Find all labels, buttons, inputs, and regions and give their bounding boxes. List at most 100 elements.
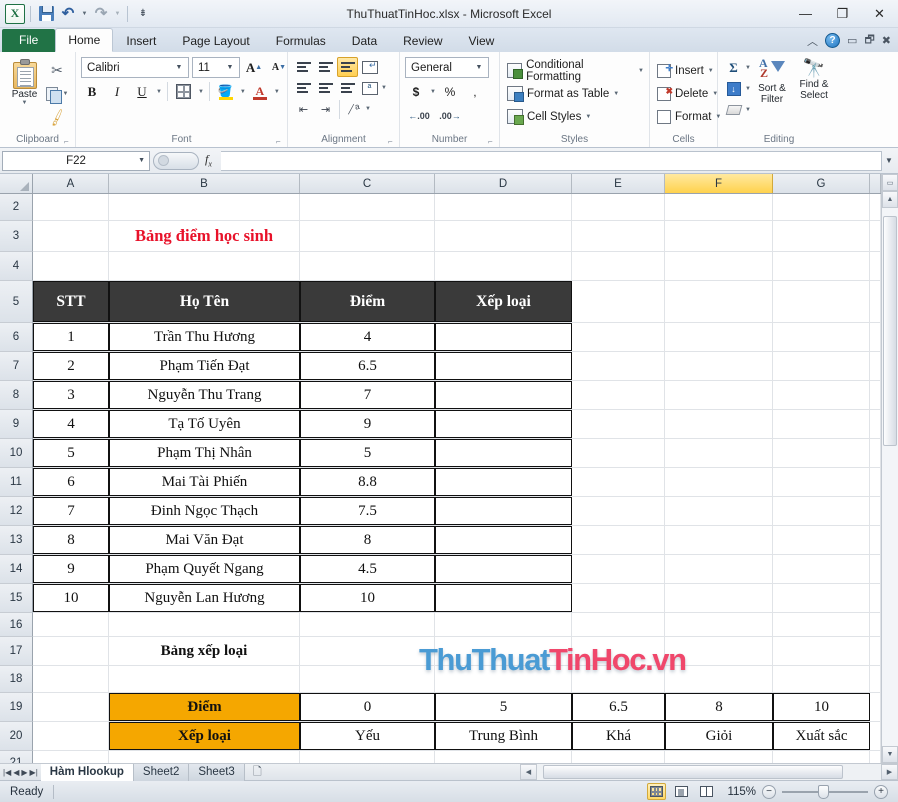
cell-F4[interactable] (665, 252, 773, 280)
cell-E5[interactable] (572, 281, 665, 322)
cut-button[interactable]: ✂ (44, 59, 70, 81)
row-header-10[interactable]: 10 (0, 439, 33, 468)
cell-G14[interactable] (773, 555, 870, 583)
decrease-indent-button[interactable]: ⇤ (293, 99, 314, 119)
cell-H2[interactable] (870, 194, 881, 220)
align-left-button[interactable] (293, 78, 314, 98)
font-color-dropdown-icon[interactable]: ▼ (274, 89, 280, 95)
row-header-3[interactable]: 3 (0, 221, 33, 252)
cell-H17[interactable] (870, 637, 881, 665)
cell-C17[interactable] (300, 637, 435, 665)
cell-D11[interactable] (435, 468, 572, 496)
zoom-slider-knob[interactable] (818, 784, 829, 799)
zoom-out-button[interactable]: − (762, 784, 776, 799)
cell-G19[interactable]: 10 (773, 693, 870, 721)
comma-style-button[interactable]: , (464, 81, 486, 102)
cell-B18[interactable] (109, 666, 300, 692)
fill-button[interactable]: ↓ (723, 79, 744, 99)
cell-C13[interactable]: 8 (300, 526, 435, 554)
cell-B3[interactable]: Bảng điểm học sinh (109, 221, 300, 251)
cell-A8[interactable]: 3 (33, 381, 109, 409)
last-sheet-icon[interactable]: ▶| (30, 768, 38, 777)
cell-F10[interactable] (665, 439, 773, 467)
borders-button[interactable] (173, 81, 195, 102)
format-cells-button[interactable]: Format ▼ (655, 105, 721, 128)
cell-B4[interactable] (109, 252, 300, 280)
row-header-17[interactable]: 17 (0, 637, 33, 666)
cell-D14[interactable] (435, 555, 572, 583)
font-dialog-launcher[interactable]: ⌐ (276, 137, 285, 146)
cell-B15[interactable]: Nguyễn Lan Hương (109, 584, 300, 612)
horizontal-scrollbar[interactable]: ◀ ▶ (520, 764, 898, 780)
column-header-H[interactable] (870, 174, 881, 193)
column-header-A[interactable]: A (33, 174, 109, 193)
cell-styles-button[interactable]: Cell Styles ▼ (505, 105, 591, 128)
cell-F18[interactable] (665, 666, 773, 692)
fill-color-dropdown-icon[interactable]: ▼ (240, 89, 246, 95)
scroll-up-button[interactable]: ▲ (882, 191, 898, 208)
cell-G21[interactable] (773, 751, 870, 763)
chevron-down-icon[interactable]: ▼ (223, 64, 237, 71)
view-page-break-button[interactable] (697, 783, 716, 800)
cell-C16[interactable] (300, 613, 435, 636)
cell-A12[interactable]: 7 (33, 497, 109, 525)
maximize-button[interactable]: ❐ (824, 0, 861, 28)
cell-A19[interactable] (33, 693, 109, 721)
cell-F14[interactable] (665, 555, 773, 583)
row-header-13[interactable]: 13 (0, 526, 33, 555)
align-bottom-button[interactable] (337, 57, 358, 77)
cell-E14[interactable] (572, 555, 665, 583)
row-header-15[interactable]: 15 (0, 584, 33, 613)
cell-H16[interactable] (870, 613, 881, 636)
clear-button[interactable] (723, 100, 744, 120)
cell-E3[interactable] (572, 221, 665, 251)
cell-A17[interactable] (33, 637, 109, 665)
increase-decimal-button[interactable]: ← .00 (405, 105, 433, 126)
row-header-19[interactable]: 19 (0, 693, 33, 722)
cell-D16[interactable] (435, 613, 572, 636)
cell-F21[interactable] (665, 751, 773, 763)
chevron-down-icon[interactable]: ▼ (472, 64, 486, 71)
window-restore-small-icon[interactable]: 🗗 (864, 31, 874, 50)
cell-B9[interactable]: Tạ Tố Uyên (109, 410, 300, 438)
scroll-right-button[interactable]: ▶ (881, 764, 898, 780)
formula-collapsed-buttons[interactable] (153, 151, 199, 170)
cell-C15[interactable]: 10 (300, 584, 435, 612)
cell-A2[interactable] (33, 194, 109, 220)
chevron-down-icon[interactable]: ▼ (708, 68, 714, 74)
cell-C12[interactable]: 7.5 (300, 497, 435, 525)
cell-A3[interactable] (33, 221, 109, 251)
cell-F12[interactable] (665, 497, 773, 525)
increase-indent-button[interactable]: ⇥ (315, 99, 336, 119)
row-header-9[interactable]: 9 (0, 410, 33, 439)
name-box[interactable]: F22 ▼ (2, 150, 150, 171)
cell-E4[interactable] (572, 252, 665, 280)
tab-view[interactable]: View (456, 30, 508, 52)
cell-D21[interactable] (435, 751, 572, 763)
cell-F20[interactable]: Giỏi (665, 722, 773, 750)
clear-dropdown-icon[interactable]: ▼ (745, 107, 751, 113)
insert-worksheet-icon[interactable]: 🗋 (245, 763, 270, 782)
paste-dropdown-icon[interactable]: ▼ (22, 100, 28, 106)
cell-A20[interactable] (33, 722, 109, 750)
number-dialog-launcher[interactable]: ⌐ (488, 137, 497, 146)
window-minimize-small-icon[interactable]: ▭ (847, 34, 857, 47)
split-box-icon[interactable]: ▭ (882, 174, 898, 191)
scroll-left-button[interactable]: ◀ (520, 764, 537, 780)
shrink-font-button[interactable]: A ▼ (268, 57, 290, 78)
cell-B14[interactable]: Phạm Quyết Ngang (109, 555, 300, 583)
cell-H6[interactable] (870, 323, 881, 351)
cell-C2[interactable] (300, 194, 435, 220)
cell-C19[interactable]: 0 (300, 693, 435, 721)
cell-G5[interactable] (773, 281, 870, 322)
expand-formula-bar-icon[interactable]: ▼ (882, 156, 896, 165)
tab-data[interactable]: Data (339, 30, 390, 52)
cell-F11[interactable] (665, 468, 773, 496)
cell-B8[interactable]: Nguyễn Thu Trang (109, 381, 300, 409)
customize-qat-icon[interactable]: ⇟ (133, 4, 153, 24)
cell-A13[interactable]: 8 (33, 526, 109, 554)
window-close-small-icon[interactable]: ✖ (882, 34, 891, 47)
cell-B16[interactable] (109, 613, 300, 636)
cell-H15[interactable] (870, 584, 881, 612)
tab-insert[interactable]: Insert (113, 30, 169, 52)
